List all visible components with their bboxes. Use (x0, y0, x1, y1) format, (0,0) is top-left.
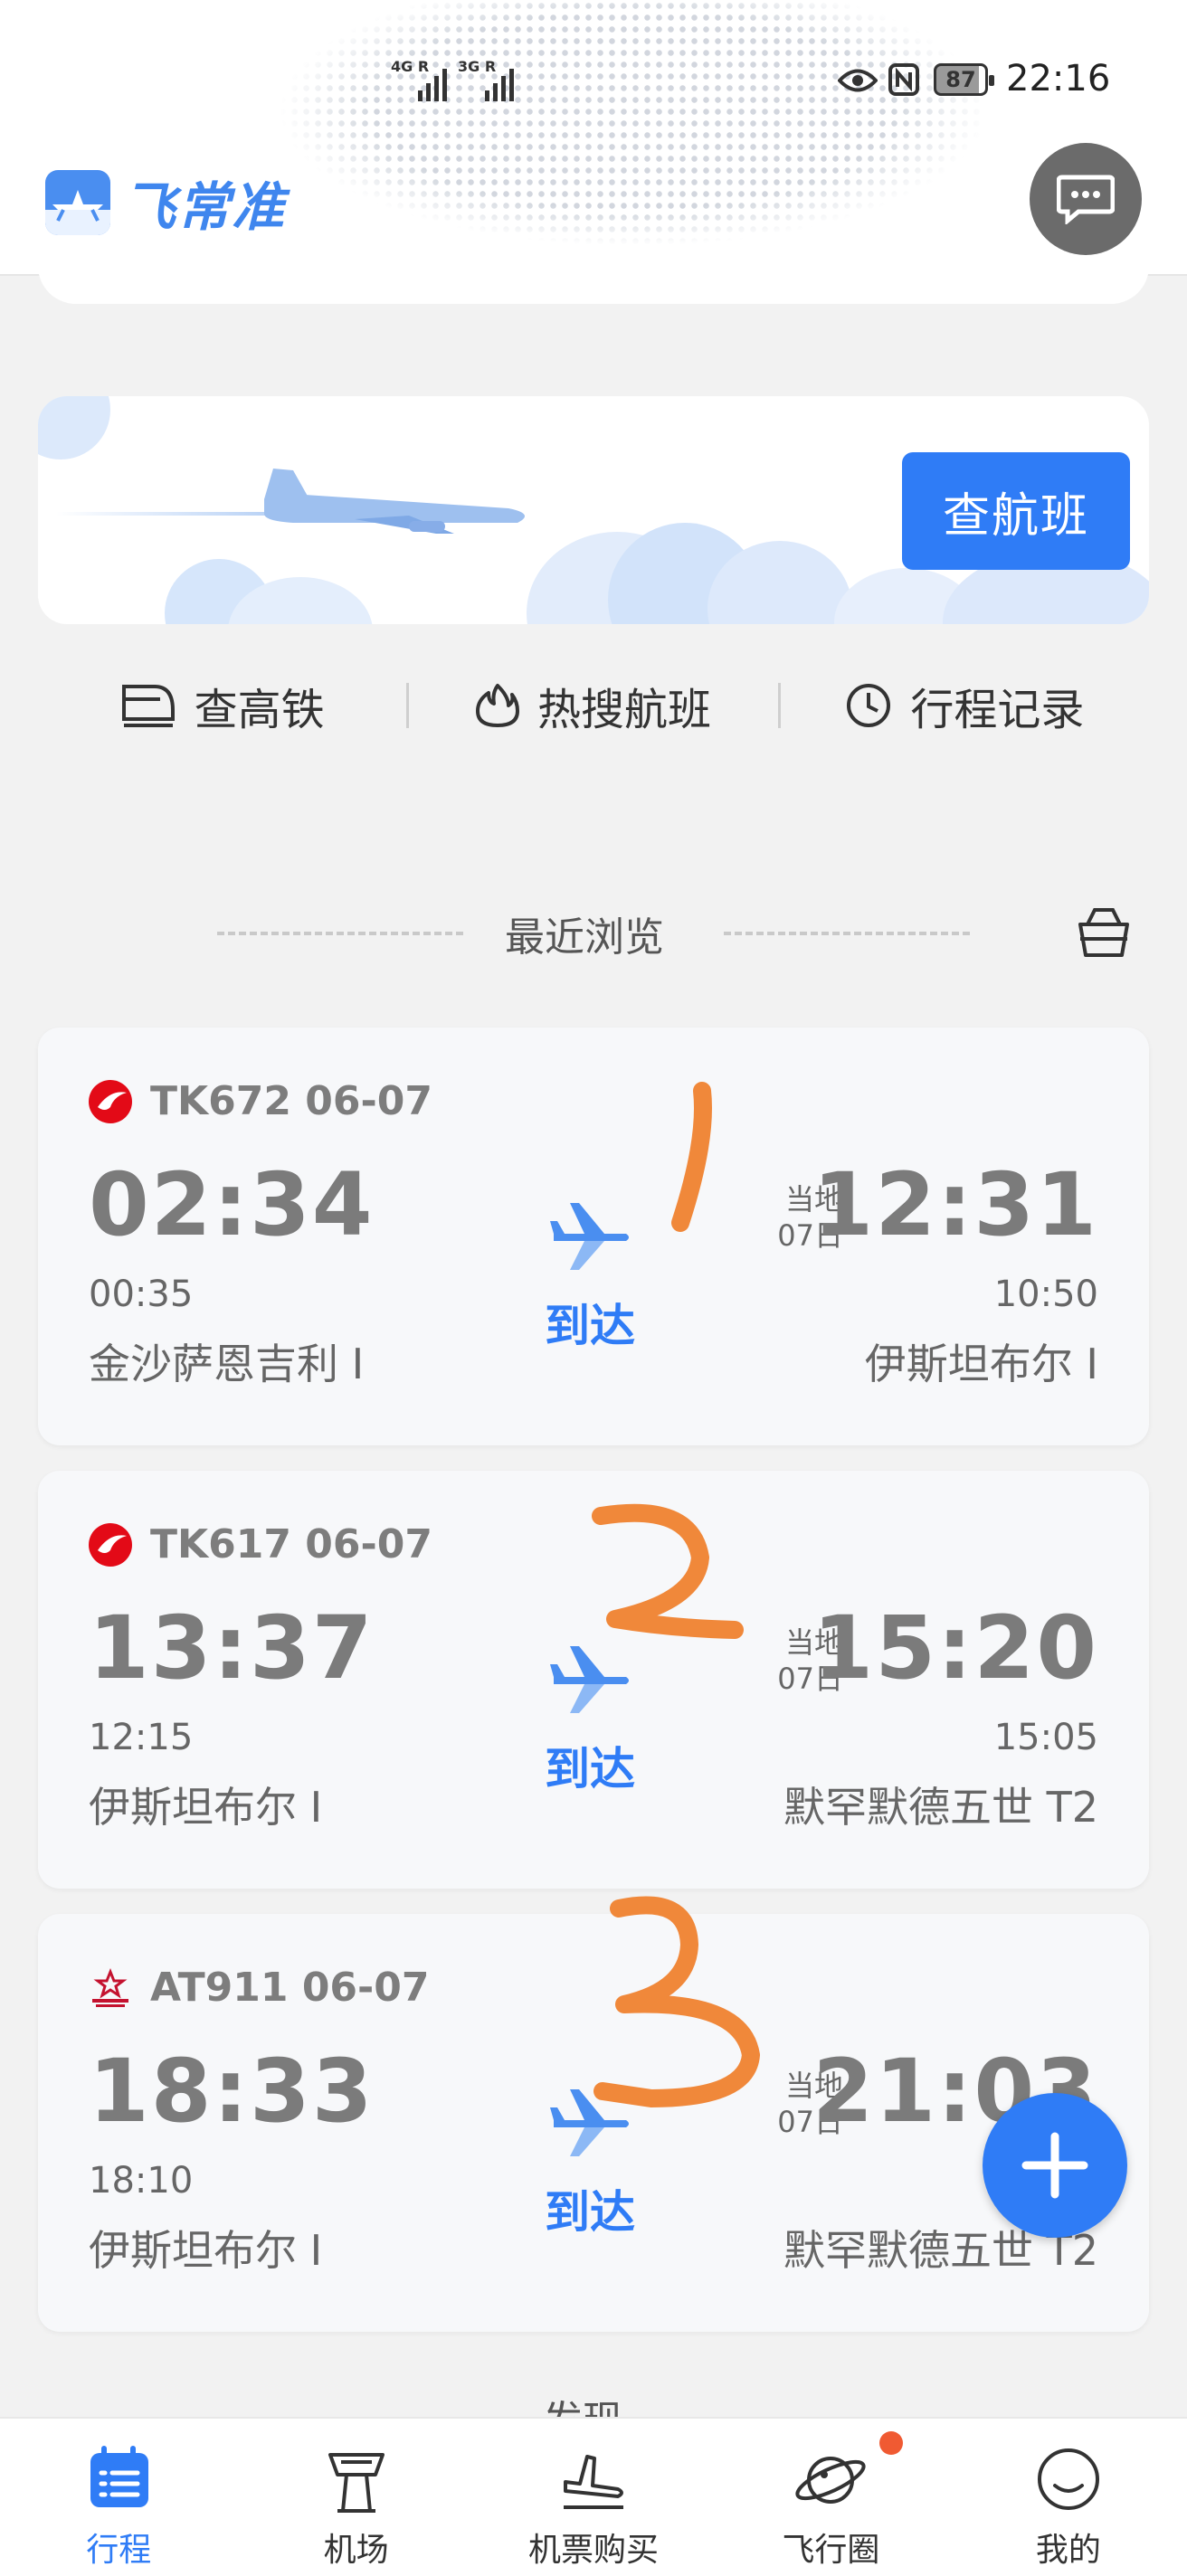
nfc-icon (888, 63, 919, 96)
check-flight-button[interactable]: 查航班 (902, 452, 1130, 570)
tab-label: 我的 (1035, 2532, 1101, 2569)
status-time: 22:16 (1006, 58, 1111, 99)
battery-icon: 87 (934, 63, 994, 96)
app-logo: 飞常准 (45, 165, 286, 241)
departure-scheduled-time: 00:35 (89, 1274, 194, 1315)
flight-card[interactable]: TK672 06-07 02:34 00:35 金沙萨恩吉利 I 到达 当地 07… (38, 1028, 1149, 1445)
quick-links: 查高铁 热搜航班 行程记录 (38, 669, 1149, 742)
tab-label: 机票购买 (528, 2532, 660, 2569)
recent-title: 最近浏览 (505, 914, 664, 961)
arrival-scheduled-time: 10:50 (993, 1274, 1098, 1315)
bottom-tab-bar: 行程 机场 机票购买 飞行圈 我的 (0, 2417, 1187, 2576)
tab-label: 机场 (323, 2532, 389, 2569)
turkish-airlines-logo (89, 1079, 132, 1123)
control-tower-icon (328, 2453, 385, 2513)
plane-landing-icon (564, 2455, 624, 2509)
signal-sim2-icon: 3G R (458, 58, 514, 101)
clear-history-icon[interactable] (1077, 904, 1131, 959)
arrival-airport: 伊斯坦布尔 I (864, 1340, 1098, 1388)
signal-sim1-icon: 4G R (391, 58, 447, 101)
departure-time: 02:34 (89, 1154, 375, 1255)
flight-number: TK617 06-07 (150, 1521, 432, 1567)
planet-icon (795, 2457, 867, 2504)
recent-section-header: 最近浏览 (0, 895, 1187, 968)
notification-badge (878, 2431, 903, 2455)
flight-number: TK672 06-07 (150, 1078, 432, 1124)
departure-airport: 金沙萨恩吉利 I (89, 1340, 365, 1388)
tab-flight-circle[interactable]: 飞行圈 (712, 2419, 949, 2576)
turkish-airlines-logo (89, 1522, 132, 1567)
check-flight-banner: 查航班 (38, 396, 1149, 624)
flight-status: 到达 (545, 2186, 635, 2239)
message-button[interactable] (1030, 143, 1142, 255)
status-bar: 4G R 3G R 87 22:16 (0, 54, 1187, 109)
quick-link-label: 行程记录 (910, 685, 1085, 735)
app-name: 飞常准 (123, 176, 287, 238)
quick-link-label: 查高铁 (194, 685, 325, 735)
itinerary-icon (90, 2446, 149, 2507)
airplane-illustration (56, 469, 525, 534)
tab-ticket-purchase[interactable]: 机票购买 (475, 2419, 712, 2576)
battery-level: 87 (945, 67, 976, 92)
arrival-airport: 默罕默德五世 T2 (783, 1783, 1098, 1832)
arrival-time: 12:31 (812, 1154, 1098, 1255)
flight-number: AT911 06-07 (150, 1965, 430, 2011)
sim1-label: 4G R (391, 58, 430, 75)
tab-profile[interactable]: 我的 (950, 2419, 1187, 2576)
flight-card[interactable]: TK617 06-07 13:37 12:15 伊斯坦布尔 I 到达 当地 07日… (38, 1471, 1149, 1889)
clock-icon (847, 684, 891, 727)
quick-link-history[interactable]: 行程记录 (781, 674, 1149, 737)
quick-link-hot-flights[interactable]: 热搜航班 (409, 674, 777, 737)
add-flight-button[interactable] (983, 2093, 1127, 2238)
flame-icon (475, 684, 519, 727)
arrival-time: 15:20 (812, 1597, 1098, 1699)
train-icon (121, 685, 175, 727)
arrival-scheduled-time: 15:05 (993, 1717, 1098, 1758)
tab-itinerary[interactable]: 行程 (0, 2419, 237, 2576)
app-logo-icon (45, 170, 110, 235)
flight-status: 到达 (545, 1743, 635, 1795)
royal-air-maroc-logo (89, 1966, 132, 2010)
departure-time: 13:37 (89, 1597, 375, 1699)
departure-scheduled-time: 12:15 (89, 1717, 194, 1758)
airplane-icon (550, 1646, 629, 1713)
dashed-divider (724, 932, 970, 935)
chat-bubble-icon (1057, 175, 1115, 224)
tab-airport[interactable]: 机场 (237, 2419, 474, 2576)
airplane-icon (550, 1203, 629, 1270)
flight-status: 到达 (545, 1300, 635, 1352)
dashed-divider (217, 932, 463, 935)
departure-time: 18:33 (89, 2041, 375, 2142)
plus-icon (1021, 2132, 1088, 2199)
quick-link-train[interactable]: 查高铁 (38, 674, 406, 737)
departure-airport: 伊斯坦布尔 I (89, 2226, 323, 2275)
sim2-label: 3G R (458, 58, 497, 75)
screen: 4G R 3G R 87 22:16 飞常准 查航班 查高铁 热搜航班 行程记录… (0, 0, 1187, 2576)
quick-link-label: 热搜航班 (537, 685, 711, 735)
smiley-icon (1037, 2448, 1099, 2510)
eye-comfort-icon (838, 69, 878, 92)
tab-label: 行程 (86, 2532, 152, 2569)
departure-airport: 伊斯坦布尔 I (89, 1783, 323, 1832)
airplane-icon (550, 2089, 629, 2156)
flight-card[interactable]: AT911 06-07 18:33 18:10 伊斯坦布尔 I 到达 当地 07日… (38, 1914, 1149, 2332)
tab-label: 飞行圈 (782, 2532, 880, 2569)
header: 4G R 3G R 87 22:16 飞常准 (0, 0, 1187, 276)
departure-scheduled-time: 18:10 (89, 2160, 194, 2202)
search-card-bottom (38, 262, 1149, 304)
